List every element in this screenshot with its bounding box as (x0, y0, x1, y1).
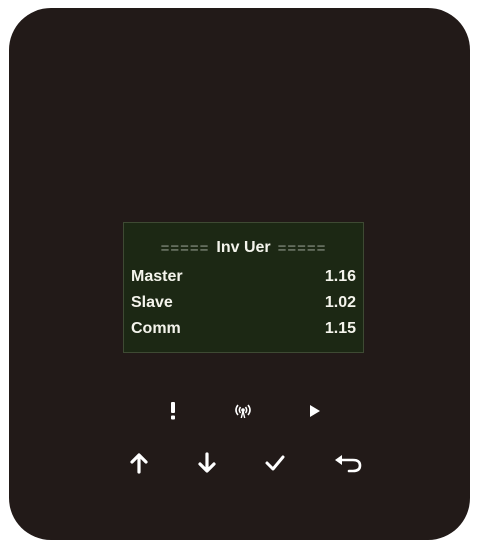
version-value: 1.02 (324, 294, 356, 311)
version-label: Slave (131, 294, 173, 311)
down-button[interactable] (190, 446, 224, 480)
confirm-button[interactable] (258, 446, 292, 480)
up-button[interactable] (122, 446, 156, 480)
run-play-icon (310, 405, 320, 417)
lcd-display: ===== Inv Uer ===== Master 1.16 Slave 1.… (123, 222, 364, 353)
title-rule-left: ===== (160, 239, 210, 257)
check-icon (265, 455, 285, 471)
version-label: Comm (131, 320, 181, 337)
back-button[interactable] (331, 446, 365, 480)
alarm-icon (171, 402, 175, 420)
title-rule-right: ===== (277, 239, 327, 257)
up-arrow-icon (130, 453, 148, 474)
version-label: Master (131, 268, 183, 285)
version-row-slave: Slave 1.02 (131, 292, 356, 314)
inverter-panel: ===== Inv Uer ===== Master 1.16 Slave 1.… (9, 8, 470, 540)
screen-title: Inv Uer (216, 239, 271, 256)
wireless-signal-icon (235, 404, 251, 419)
down-arrow-icon (198, 452, 216, 473)
version-value: 1.15 (324, 320, 356, 337)
version-row-comm: Comm 1.15 (131, 318, 356, 340)
version-value: 1.16 (324, 268, 356, 285)
screen-title-bar: ===== Inv Uer ===== (124, 237, 363, 259)
version-row-master: Master 1.16 (131, 266, 356, 288)
return-icon (335, 455, 362, 473)
